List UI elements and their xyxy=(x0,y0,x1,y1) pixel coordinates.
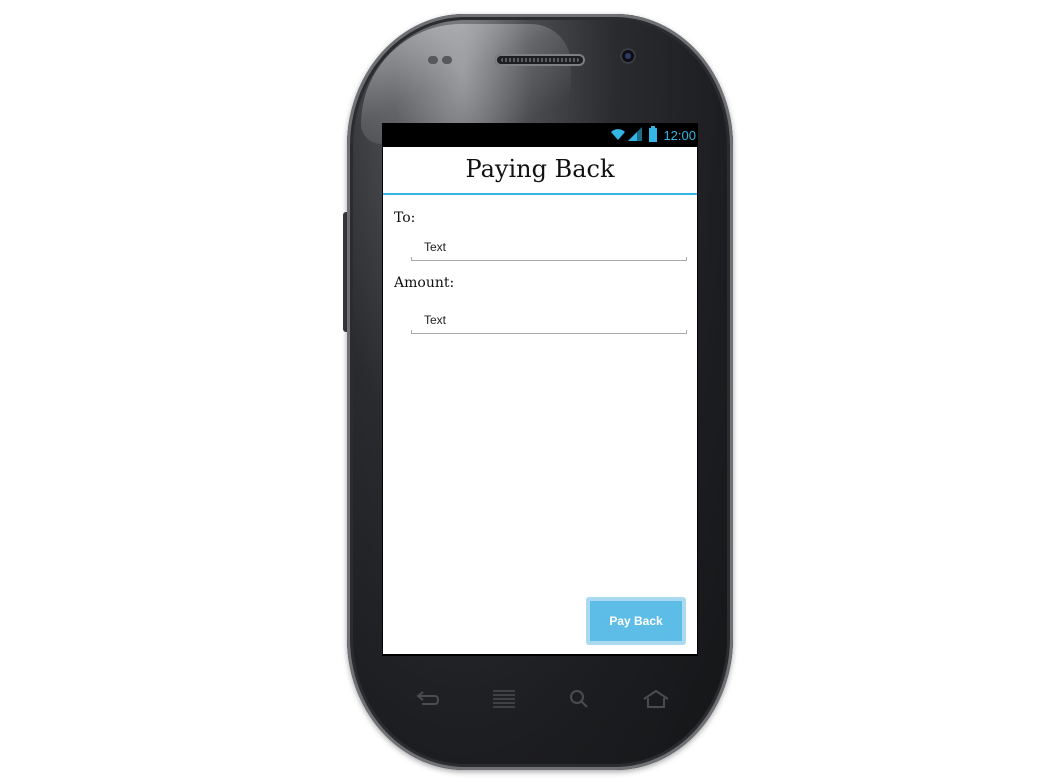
phone-screen: 12:00 Paying Back To: Text Amount: Text … xyxy=(382,123,698,656)
home-icon[interactable] xyxy=(642,688,670,710)
pay-back-button[interactable]: Pay Back xyxy=(586,597,686,645)
app-content: Paying Back To: Text Amount: Text Pay Ba… xyxy=(383,147,697,654)
search-icon[interactable] xyxy=(568,688,590,710)
status-time: 12:00 xyxy=(663,128,696,143)
title-bar: Paying Back xyxy=(383,147,697,195)
speaker-grill xyxy=(501,58,579,62)
proximity-sensor xyxy=(428,56,438,64)
amount-field[interactable]: Text xyxy=(411,308,687,334)
page-title: Paying Back xyxy=(465,155,615,183)
back-icon[interactable] xyxy=(414,688,440,710)
to-field-value: Text xyxy=(424,240,447,254)
amount-field-underline xyxy=(411,330,687,334)
amount-label: Amount: xyxy=(394,275,455,291)
battery-icon xyxy=(649,126,657,142)
front-camera xyxy=(620,48,636,64)
pay-back-button-label: Pay Back xyxy=(590,601,682,641)
signal-icon xyxy=(628,127,642,141)
status-bar: 12:00 xyxy=(382,123,698,147)
menu-icon[interactable] xyxy=(492,688,516,710)
to-field-underline xyxy=(411,257,687,261)
wifi-icon xyxy=(611,129,625,140)
earpiece-speaker xyxy=(495,54,585,66)
to-field[interactable]: Text xyxy=(411,235,687,261)
light-sensor xyxy=(442,56,452,64)
amount-field-value: Text xyxy=(424,313,447,327)
to-label: To: xyxy=(394,210,416,226)
